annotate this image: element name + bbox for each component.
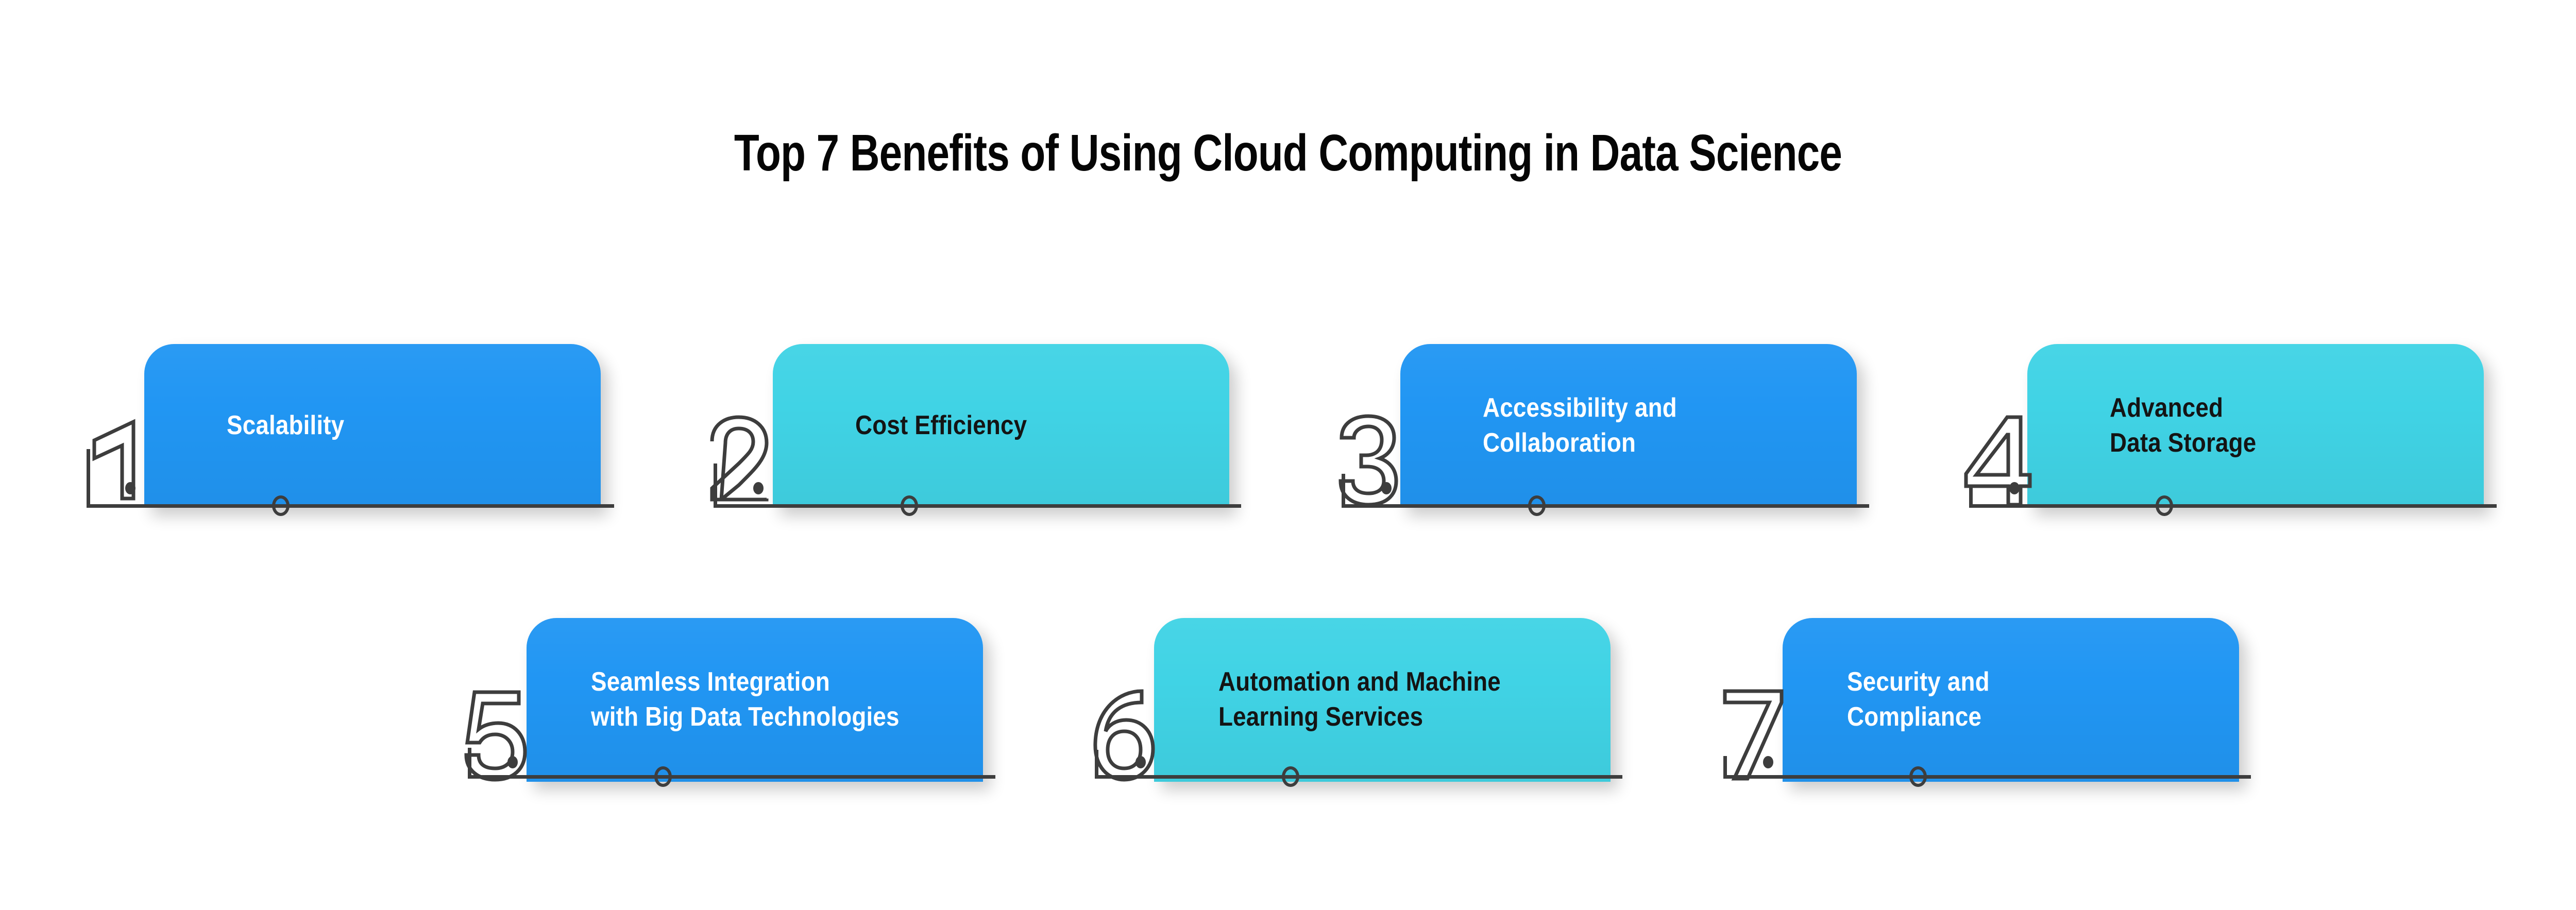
benefit-card[interactable]: Scalability (144, 344, 601, 508)
baseline-rule (714, 504, 1241, 508)
numeral-3-icon (1335, 412, 1405, 509)
stem-dot-marker (753, 482, 764, 494)
benefit-card[interactable]: Cost Efficiency (773, 344, 1229, 508)
stem-dot-marker (1763, 756, 1773, 768)
page-title: Top 7 Benefits of Using Cloud Computing … (734, 124, 1842, 182)
numeral-1-icon (90, 413, 151, 508)
benefit-label: Scalability (227, 410, 345, 441)
benefit-label: Cost Efficiency (855, 410, 1027, 441)
benefit-card[interactable]: Accessibility and Collaboration (1400, 344, 1857, 508)
baseline-ring-marker (272, 495, 290, 516)
benefit-label: Security and Compliance (1847, 667, 1990, 732)
rule-left-cap (87, 449, 90, 508)
baseline-ring-marker (1528, 495, 1546, 516)
rule-left-cap (714, 463, 717, 508)
benefit-label: Seamless Integration with Big Data Techn… (591, 667, 900, 732)
numeral-6-icon (1088, 685, 1158, 783)
benefit-card[interactable]: Security and Compliance (1783, 618, 2239, 782)
stem-dot-marker (125, 482, 135, 494)
infographic-canvas: Top 7 Benefits of Using Cloud Computing … (0, 0, 2576, 910)
stem-dot-marker (1381, 482, 1392, 494)
baseline-rule (87, 504, 614, 508)
benefit-label: Accessibility and Collaboration (1483, 393, 1677, 458)
benefit-label: Automation and Machine Learning Services (1218, 667, 1501, 732)
baseline-rule (1723, 775, 2251, 779)
rule-left-cap (1095, 750, 1098, 779)
numeral-4-icon (1963, 412, 2033, 509)
benefit-card[interactable]: Seamless Integration with Big Data Techn… (527, 618, 983, 782)
baseline-ring-marker (901, 495, 918, 516)
baseline-rule (1969, 504, 2497, 508)
baseline-ring-marker (1909, 766, 1927, 787)
baseline-rule (1095, 775, 1622, 779)
numeral-2-icon (707, 413, 778, 508)
stem-dot-marker (507, 756, 518, 768)
baseline-ring-marker (1282, 766, 1299, 787)
rule-left-cap (1342, 474, 1345, 508)
baseline-ring-marker (654, 766, 672, 787)
benefit-card[interactable]: Automation and Machine Learning Services (1154, 618, 1611, 782)
benefit-card[interactable]: Advanced Data Storage (2027, 344, 2484, 508)
rule-left-cap (468, 748, 471, 779)
baseline-rule (468, 775, 995, 779)
numeral-7-icon (1721, 685, 1791, 783)
benefit-label: Advanced Data Storage (2110, 393, 2257, 458)
baseline-rule (1342, 504, 1869, 508)
baseline-ring-marker (2156, 495, 2173, 516)
stem-dot-marker (2009, 482, 2020, 494)
numeral-5-icon (461, 686, 531, 783)
stem-dot-marker (1136, 756, 1146, 768)
